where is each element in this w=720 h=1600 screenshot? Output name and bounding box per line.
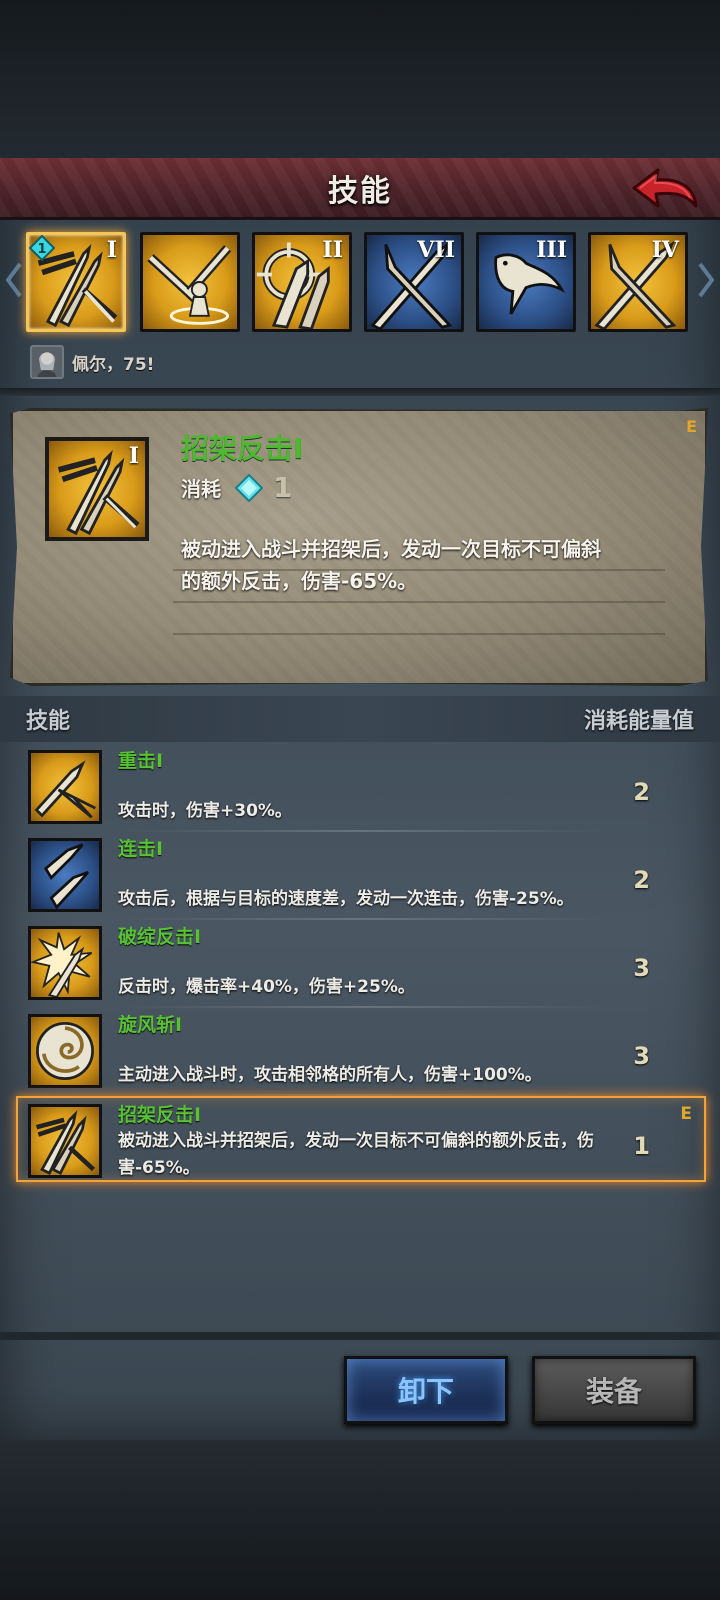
combo-strike-icon (28, 838, 102, 912)
slot-rank: I (106, 237, 117, 263)
skill-cost: 3 (633, 1042, 650, 1070)
skill-slot-2[interactable] (140, 232, 240, 332)
skill-title: 招架反击I (181, 432, 304, 465)
skill-description: 被动进入战斗并招架后，发动一次目标不可偏斜的额外反击，伤害-65%。 (181, 537, 601, 593)
cost-label: 消耗 (181, 477, 221, 501)
skill-detail-card: I E 招架反击I 消耗 1 被动进入战斗并招架后，发动一次目标不可偏斜的额外反… (10, 408, 708, 686)
list-item[interactable]: 破绽反击I 反击时，爆击率+40%，伤害+25%。 3 (0, 920, 720, 1008)
sword-summon-icon (147, 245, 232, 325)
slot-rank: III (536, 237, 567, 263)
energy-gem-icon: 1 (29, 235, 55, 261)
rank-letter: E (680, 1104, 692, 1124)
skill-name: 重击I (118, 750, 164, 772)
character-name-level: 佩尔，75! (72, 354, 155, 375)
skill-slot-1[interactable]: I 1 (26, 232, 126, 332)
chevron-right-icon[interactable] (698, 262, 716, 298)
energy-gem-icon (235, 473, 263, 502)
slot-rank: IV (651, 237, 679, 263)
skill-name: 招架反击I (118, 1104, 202, 1126)
skill-cost-row: 消耗 1 (181, 471, 292, 504)
slot-rank: VII (417, 237, 455, 263)
detail-icon-rank: I (128, 443, 139, 469)
rank-letter: E (686, 417, 697, 436)
skill-name: 破绽反击I (118, 926, 202, 948)
skill-cost: 2 (633, 866, 650, 894)
list-item[interactable]: 连击I 攻击后，根据与目标的速度差，发动一次连击，伤害-25%。 2 (0, 832, 720, 920)
whirlwind-icon (28, 1014, 102, 1088)
skill-desc: 攻击时，伤害+30%。 (118, 801, 292, 821)
equip-button[interactable]: 装备 (532, 1356, 696, 1424)
skill-desc: 反击时，爆击率+40%，伤害+25%。 (118, 977, 415, 997)
skill-desc: 攻击后，根据与目标的速度差，发动一次连击，伤害-25%。 (118, 889, 574, 909)
burst-counter-icon (28, 926, 102, 1000)
divider (0, 388, 720, 396)
character-portrait-icon (32, 347, 62, 377)
list-item[interactable]: 重击I 攻击时，伤害+30%。 2 (0, 744, 720, 832)
detail-skill-icon: I (45, 437, 149, 541)
list-item[interactable]: 旋风斩I 主动进入战斗时，攻击相邻格的所有人，伤害+100%。 3 (0, 1008, 720, 1096)
column-energy-cost: 消耗能量值 (583, 709, 694, 734)
cost-value: 1 (273, 471, 293, 504)
parry-swords-icon (28, 1104, 102, 1178)
column-skill: 技能 (26, 709, 71, 734)
skill-cost: 2 (633, 778, 650, 806)
bottom-backdrop (0, 1440, 720, 1600)
list-item-selected[interactable]: 招架反击I 被动进入战斗并招架后，发动一次目标不可偏斜的额外反击，伤害-65%。… (16, 1096, 706, 1182)
skill-list-header: 技能 消耗能量值 (0, 696, 720, 742)
skill-desc: 被动进入战斗并招架后，发动一次目标不可偏斜的额外反击，伤害-65%。 (118, 1131, 594, 1178)
top-backdrop (0, 0, 720, 158)
skill-name: 旋风斩I (118, 1014, 183, 1036)
skill-slot-4[interactable]: VII (364, 232, 464, 332)
divider (0, 1332, 720, 1340)
unequip-button[interactable]: 卸下 (344, 1356, 508, 1424)
skill-cost: 3 (633, 954, 650, 982)
skill-slot-6[interactable]: IV (588, 232, 688, 332)
page-title: 技能 (328, 173, 392, 209)
equipped-skill-bar: I 1 II VII III IV (0, 222, 720, 342)
skill-cost: 1 (633, 1132, 650, 1160)
character-info: 佩尔，75! (30, 344, 154, 380)
back-arrow-icon[interactable] (630, 166, 700, 214)
chevron-left-icon[interactable] (4, 262, 22, 298)
avatar[interactable] (30, 345, 64, 379)
skill-name: 连击I (118, 838, 164, 860)
svg-text:1: 1 (37, 242, 46, 257)
slot-rank: II (322, 237, 343, 263)
skill-slot-5[interactable]: III (476, 232, 576, 332)
skill-slot-3[interactable]: II (252, 232, 352, 332)
heavy-strike-icon (28, 750, 102, 824)
header-bar: 技能 (0, 158, 720, 220)
skill-desc: 主动进入战斗时，攻击相邻格的所有人，伤害+100%。 (118, 1065, 542, 1085)
